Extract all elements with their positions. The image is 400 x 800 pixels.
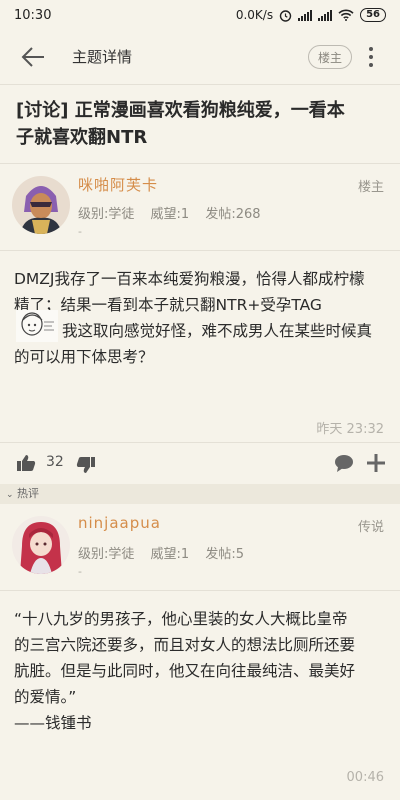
post-content: “十八九岁的男孩子，他心里装的女人大概比皇帝 的三宫六院还要多，而且对女人的想法…: [14, 606, 388, 736]
comment-icon[interactable]: [334, 454, 354, 472]
user-prestige: 威望:1: [150, 547, 190, 562]
thread-title-line2: 子就喜欢翻NTR: [16, 127, 148, 148]
status-bar: 10:30 0.0K/s 56: [0, 0, 400, 30]
post-time: 00:46: [346, 770, 384, 785]
only-op-button[interactable]: 楼主: [308, 45, 352, 69]
content-line: 精了；结果一看到本子就只翻NTR+受孕TAG: [14, 296, 322, 314]
role-badge: 楼主: [357, 180, 384, 195]
back-arrow-icon[interactable]: [20, 45, 46, 69]
post-actions: 32: [0, 444, 400, 484]
user-level: 级别:学徒: [78, 547, 135, 562]
user-prestige: 威望:1: [150, 207, 190, 222]
thread-title-line1: [讨论] 正常漫画喜欢看狗粮纯爱，一看本: [16, 100, 345, 121]
role-badge: 传说: [357, 520, 384, 535]
page-title: 主题详情: [72, 48, 133, 66]
thread-title-block: [讨论] 正常漫画喜欢看狗粮纯爱，一看本 子就喜欢翻NTR: [0, 84, 400, 164]
divider: [0, 250, 400, 251]
post-header: 咪啪阿芙卡 楼主 级别:学徒 威望:1 发帖:268 -: [0, 166, 400, 246]
divider: [0, 442, 400, 443]
user-post-count: 发帖:5: [205, 547, 244, 562]
chevron-down-icon: ⌄: [6, 490, 14, 500]
thumbs-up-icon[interactable]: [16, 454, 36, 472]
avatar[interactable]: [12, 176, 70, 234]
post-content: DMZJ我存了一百来本纯爱狗粮漫，恰得人都成柠檬 精了；结果一看到本子就只翻NT…: [14, 266, 388, 370]
user-signature: -: [78, 565, 82, 578]
username[interactable]: ninjaapua: [78, 514, 161, 532]
alarm-icon: [279, 9, 292, 22]
content-line: 的可以用下体思考？: [14, 348, 154, 366]
signal-icon-2: [318, 9, 333, 21]
more-options-icon[interactable]: [364, 44, 378, 70]
post-time: 昨天 23:32: [316, 422, 384, 437]
content-line-text: 我这取向感觉好怪，难不成男人在某些时候真: [62, 322, 373, 340]
like-count: 32: [46, 454, 64, 470]
content-line: ——钱锺书: [14, 714, 92, 732]
status-icons: 0.0K/s 56: [236, 8, 386, 22]
thumbs-down-icon[interactable]: [76, 456, 96, 474]
user-meta: 级别:学徒 威望:1 发帖:5: [78, 543, 256, 562]
wifi-icon: [338, 9, 354, 21]
content-line: 的爱情。”: [14, 688, 77, 706]
post-header: ninjaapua 传说 级别:学徒 威望:1 发帖:5 -: [0, 506, 400, 586]
content-line: DMZJ我存了一百来本纯爱狗粮漫，恰得人都成柠檬: [14, 270, 365, 288]
app-bar: 主题详情 楼主: [0, 30, 400, 84]
hot-label-text: 热评: [17, 487, 40, 500]
avatar[interactable]: [12, 516, 70, 574]
hot-comments-label: ⌄ 热评: [0, 484, 400, 504]
content-line: 肮脏。但是与此同时，他又在向往最纯洁、最美好: [14, 662, 356, 680]
content-line: 的三宫六院还要多，而且对女人的想法比厕所还要: [14, 636, 356, 654]
post-reply: ninjaapua 传说 级别:学徒 威望:1 发帖:5 - “十八九岁的男孩子…: [0, 506, 400, 800]
username[interactable]: 咪啪阿芙卡: [78, 174, 158, 195]
battery-icon: 56: [360, 8, 386, 22]
sticker-emoji-icon: [16, 310, 58, 342]
divider: [0, 590, 400, 591]
content-line-with-emoji: 我这取向感觉好怪，难不成男人在某些时候真: [14, 310, 388, 344]
network-speed: 0.0K/s: [235, 8, 274, 22]
user-post-count: 发帖:268: [205, 207, 261, 222]
plus-icon[interactable]: [366, 453, 386, 473]
signal-icon: [298, 9, 313, 21]
status-time: 10:30: [14, 7, 52, 23]
post-op: 咪啪阿芙卡 楼主 级别:学徒 威望:1 发帖:268 - DMZJ我存了一百来本…: [0, 166, 400, 484]
user-meta: 级别:学徒 威望:1 发帖:268: [78, 203, 273, 222]
user-signature: -: [78, 225, 82, 238]
user-level: 级别:学徒: [78, 207, 135, 222]
content-line: “十八九岁的男孩子，他心里装的女人大概比皇帝: [14, 610, 348, 628]
